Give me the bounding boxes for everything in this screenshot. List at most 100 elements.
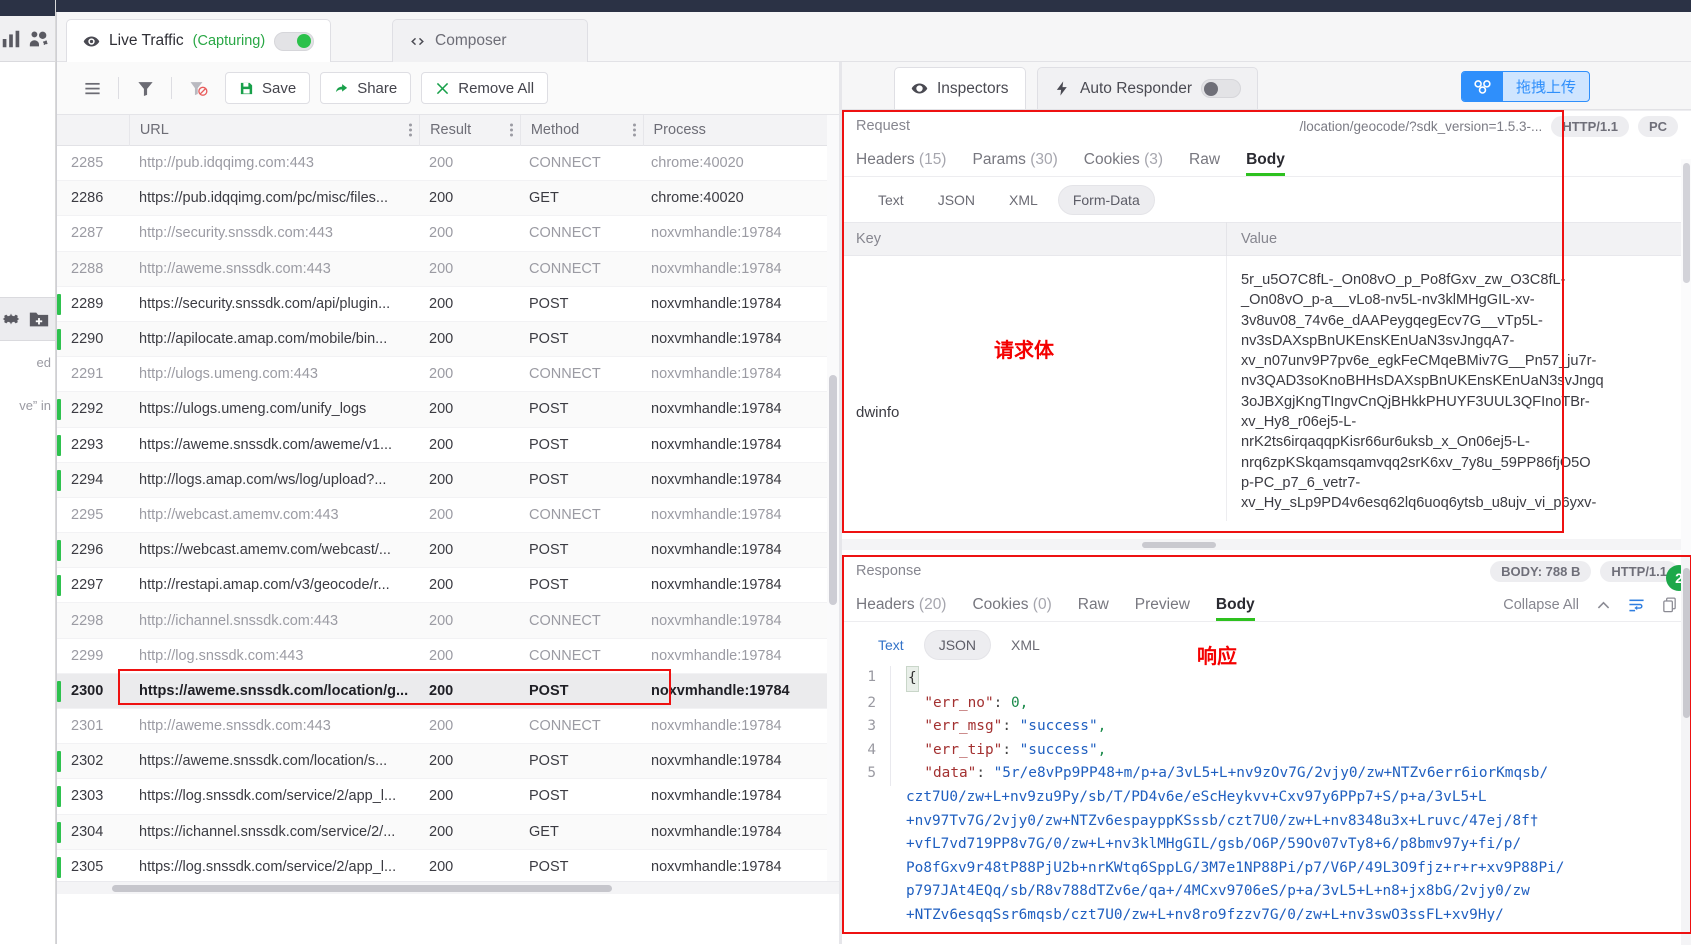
column-header-method[interactable]: Method [521,115,643,146]
eye-icon [911,80,928,97]
row-process: noxvmhandle:19784 [651,858,782,875]
table-row[interactable]: 2292 https://ulogs.umeng.com/unify_logs 20… [57,392,839,428]
table-row[interactable]: 2290 http://apilocate.amap.com/mobile/bin… [57,321,839,358]
tab-auto-responder[interactable]: Auto Responder [1037,67,1259,109]
request-vertical-scrollbar[interactable] [1681,159,1691,589]
row-status-marker [57,469,61,491]
response-json-body[interactable]: 1{2 "err_no": 0, 3 "err_msg": "success", 4… [842,666,1691,945]
table-row[interactable]: 2300 https://aweme.snssdk.com/location/g.… [57,673,839,709]
chart-icon[interactable] [0,28,22,50]
row-process: noxvmhandle:19784 [651,260,782,277]
bolt-icon [1054,80,1071,97]
table-row[interactable]: 2303 https://log.snssdk.com/service/2/app… [57,779,839,815]
response-format-xml[interactable]: XML [997,631,1054,659]
request-title-row: Request /location/geocode/?sdk_version=1… [842,111,1691,141]
wrap-lines-icon[interactable] [1628,596,1645,613]
row-process: noxvmhandle:19784 [651,682,790,699]
row-status-marker [57,153,61,174]
folder-add-icon[interactable] [28,308,50,330]
tab-live-traffic[interactable]: Live Traffic (Capturing) [66,19,332,62]
tab-composer[interactable]: Composer [392,19,588,62]
tab-auto-responder-label: Auto Responder [1080,79,1193,97]
filter-disabled-icon[interactable] [181,73,215,103]
table-row[interactable]: 2288 http://aweme.snssdk.com:443 200 CONNEC… [57,251,839,287]
request-tab-body[interactable]: Body [1246,151,1285,176]
request-tab-raw[interactable]: Raw [1189,151,1220,176]
table-row[interactable]: 2298 http://ichannel.snssdk.com:443 200 CON… [57,603,839,639]
row-process: noxvmhandle:19784 [651,577,782,594]
save-button[interactable]: Save [225,72,311,104]
tab-inspectors[interactable]: Inspectors [894,67,1026,109]
column-header-url[interactable]: URL [130,115,419,146]
collapse-all-label[interactable]: Collapse All [1503,597,1579,613]
table-row[interactable]: 2289 https://security.snssdk.com/api/plug… [57,287,839,322]
table-row[interactable]: 2301 http://aweme.snssdk.com:443 200 CONNEC… [57,709,839,745]
table-row[interactable]: 2293 https://aweme.snssdk.com/aweme/v1...… [57,428,839,463]
users-gear-icon[interactable] [28,28,50,50]
response-vertical-scrollbar[interactable] [1681,556,1691,945]
table-row[interactable]: 2286 https://pub.idqqimg.com/pc/misc/file… [57,181,839,217]
row-index: 2304 [71,823,104,840]
json-wrapped-line: +vfL7vd719PP8v7G/0/zw+L+nv3klMHgGIL/gsb/… [842,833,1691,857]
row-method: GET [529,823,559,840]
table-row[interactable]: 2304 https://ichannel.snssdk.com/service/… [57,814,839,850]
remove-all-button[interactable]: Remove All [421,72,549,104]
row-process: noxvmhandle:19784 [651,612,782,629]
row-status-marker [57,575,61,597]
request-format-xml[interactable]: XML [995,186,1052,214]
request-format-form-data[interactable]: Form-Data [1057,184,1155,215]
chevron-up-icon[interactable] [1595,596,1612,613]
table-row[interactable]: 2287 http://security.snssdk.com:443 200 CON… [57,216,839,252]
column-header-process[interactable]: Process [644,115,840,146]
row-process: noxvmhandle:19784 [651,295,782,312]
auto-responder-toggle[interactable] [1201,79,1242,98]
table-row[interactable]: 2299 http://log.snssdk.com:443 200 CONNECT n… [57,639,839,674]
column-menu-icon[interactable] [409,122,413,139]
table-row[interactable]: 2291 http://ulogs.umeng.com:443 200 CONNECT… [57,357,839,393]
request-horizontal-scrollbar[interactable] [842,539,1691,550]
share-button[interactable]: Share [320,72,412,104]
table-row[interactable]: 2297 http://restapi.amap.com/v3/geocode/r… [57,568,839,604]
response-tab-headers[interactable]: Headers (20) [856,596,946,621]
traffic-table-body[interactable]: 2285 http://pub.idqqimg.com:443 200 CONNECT… [57,146,839,881]
table-row[interactable]: 2295 http://webcast.amemv.com:443 200 CONNE… [57,498,839,534]
response-tab-raw[interactable]: Raw [1078,596,1109,621]
row-status-marker [57,399,61,421]
row-result: 200 [429,506,454,523]
filter-icon[interactable] [128,73,162,103]
request-tab-cookies[interactable]: Cookies (3) [1084,151,1163,176]
response-format-text[interactable]: Text [864,631,918,659]
table-horizontal-scrollbar[interactable] [57,881,839,894]
column-menu-icon[interactable] [509,122,514,139]
table-row[interactable]: 2285 http://pub.idqqimg.com:443 200 CONNECT… [57,146,839,182]
column-menu-icon[interactable] [632,122,637,139]
response-title-row: Response BODY: 788 B HTTP/1.1 [842,556,1691,586]
request-format-json[interactable]: JSON [924,186,989,214]
table-row[interactable]: 2302 https://aweme.snssdk.com/location/s.… [57,744,839,780]
response-title: Response [856,563,922,579]
column-header-result[interactable]: Result [420,115,520,146]
table-row[interactable]: 2294 http://logs.amap.com/ws/log/upload?.… [57,462,839,498]
response-tab-preview[interactable]: Preview [1135,596,1190,621]
row-process: noxvmhandle:19784 [651,753,782,770]
request-tab-params[interactable]: Params (30) [972,151,1057,176]
table-row[interactable]: 2305 https://log.snssdk.com/service/2/app… [57,850,839,881]
request-kv-row[interactable]: 请求体 dwinfo 5r_u5O7C8fL-_On08vO_p_Po8fGxv… [842,256,1691,521]
hamburger-icon[interactable] [75,73,109,103]
response-format-json[interactable]: JSON [923,629,992,660]
request-tab-headers[interactable]: Headers (15) [856,151,946,176]
gear-icon[interactable] [0,308,22,330]
copy-icon[interactable] [1661,596,1678,613]
row-url: http://logs.amap.com/ws/log/upload?... [139,471,387,488]
table-row[interactable]: 2296 https://webcast.amemv.com/webcast/..… [57,533,839,569]
row-index: 2292 [71,401,104,418]
request-format-text[interactable]: Text [864,186,918,214]
upload-button[interactable]: 拖拽上传 [1460,71,1590,102]
row-method: POST [529,295,569,312]
background-toolbar-mid [0,297,55,341]
table-vertical-scrollbar[interactable] [827,115,839,881]
response-tab-body[interactable]: Body [1215,596,1255,621]
capture-toggle[interactable] [274,31,315,51]
annotation-response: 响应 [1197,646,1237,668]
response-tab-cookies[interactable]: Cookies (0) [972,596,1051,621]
